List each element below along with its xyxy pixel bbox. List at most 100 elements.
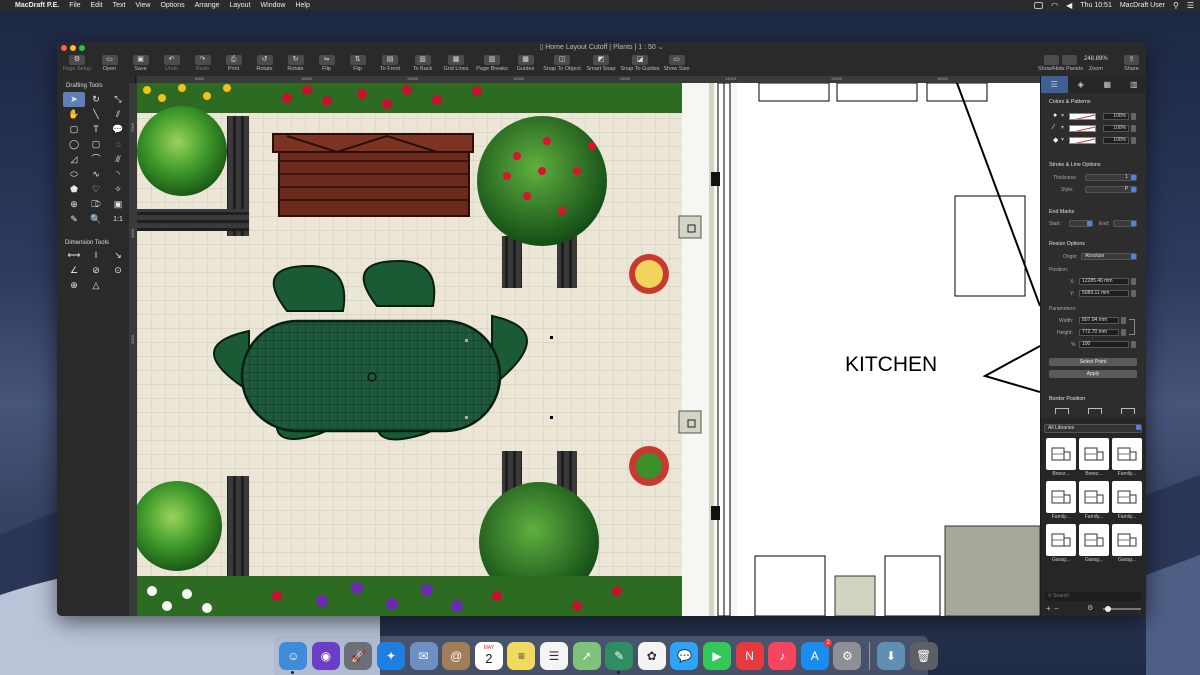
menu-arrange[interactable]: Arrange <box>190 0 225 11</box>
library-item[interactable]: Garag... <box>1079 524 1109 564</box>
y-stepper[interactable] <box>1131 290 1136 297</box>
color-swatch[interactable] <box>1069 137 1096 144</box>
line-tool[interactable]: ╲ <box>85 107 107 122</box>
library-item[interactable]: Breez... <box>1046 438 1076 478</box>
height-stepper[interactable] <box>1121 329 1126 336</box>
page-setup-button[interactable]: ⚙ Page Setup <box>60 53 94 75</box>
dock-system-preferences-icon[interactable]: ⚙ <box>833 641 862 670</box>
dock-news-icon[interactable]: N <box>735 641 764 670</box>
border-outside-option[interactable] <box>1121 408 1135 414</box>
rotate-button[interactable]: ↺ Rotate <box>249 53 280 75</box>
print-button[interactable]: ⎙ Print <box>218 53 249 75</box>
color-picker-button[interactable]: ▾ <box>1061 124 1064 131</box>
drawing-canvas[interactable]: KITCHEN <box>137 76 1040 616</box>
floor-plan-drawing[interactable]: KITCHEN <box>137 76 1040 616</box>
library-item[interactable]: Family... <box>1112 481 1142 521</box>
menu-view[interactable]: View <box>130 0 155 11</box>
library-selector[interactable]: All Libraries <box>1044 424 1142 433</box>
scale-tool[interactable]: 1:1 <box>107 212 129 227</box>
x-position-field[interactable]: 12285.46 mm <box>1079 278 1129 285</box>
width-field[interactable]: 807.04 mm <box>1079 317 1119 324</box>
menu-text[interactable]: Text <box>108 0 131 11</box>
tab-layers[interactable]: ◈ <box>1068 76 1095 93</box>
open-button[interactable]: ▭ Open <box>94 53 125 75</box>
dock-notes-icon[interactable]: ≡ <box>507 641 536 670</box>
text-tool[interactable]: T <box>85 122 107 137</box>
tab-resize[interactable]: ▦ <box>1094 76 1121 93</box>
start-mark-select[interactable] <box>1069 220 1093 227</box>
radius-dimension-tool[interactable]: ⊙ <box>107 263 129 278</box>
slope-dimension-tool[interactable]: ↘ <box>107 248 129 263</box>
image-tool[interactable]: ▣ <box>107 197 129 212</box>
circle-tool[interactable]: ◯ <box>63 137 85 152</box>
dock-siri-icon[interactable]: ◉ <box>311 641 340 670</box>
app-menu[interactable]: MacDraft P.E. <box>10 0 64 11</box>
apply-button[interactable]: Apply <box>1049 370 1137 378</box>
menu-layout[interactable]: Layout <box>225 0 256 11</box>
library-item[interactable]: Garag... <box>1112 524 1142 564</box>
to-back-button[interactable]: ▥ To Back <box>407 53 438 75</box>
slider-knob[interactable] <box>1105 606 1111 612</box>
color-swatch[interactable] <box>1069 113 1096 120</box>
thickness-select[interactable]: 1 <box>1085 174 1137 181</box>
opacity-field[interactable]: 100% <box>1103 113 1129 120</box>
opacity-stepper[interactable] <box>1131 113 1136 120</box>
rotate-tool[interactable]: ↻ <box>85 92 107 107</box>
dock-finder-icon[interactable]: ☺ <box>279 641 308 674</box>
page-breaks-button[interactable]: ▥ Page Breaks <box>474 53 510 75</box>
library-gear-icon[interactable]: ⚙ <box>1087 604 1093 612</box>
style-select[interactable]: P <box>1085 186 1137 193</box>
border-center-option[interactable] <box>1088 408 1102 414</box>
spline-tool[interactable]: ∿ <box>85 167 107 182</box>
angle-dimension-tool[interactable]: ∠ <box>63 263 85 278</box>
tab-library[interactable]: ▥ <box>1121 76 1147 93</box>
dock-calendar-icon[interactable]: MAY 2 <box>474 641 503 670</box>
height-field[interactable]: 772.70 mm <box>1079 329 1119 336</box>
redo-button[interactable]: ↷ Redo <box>187 53 218 75</box>
parallel-line-tool[interactable]: ⫽ <box>107 107 129 122</box>
zoom-control[interactable]: 248.89% Zoom <box>1084 53 1108 75</box>
room-label-kitchen[interactable]: KITCHEN <box>845 353 937 376</box>
diameter-dimension-tool[interactable]: ⊘ <box>85 263 107 278</box>
grid-lines-button[interactable]: ▦ Grid Lines <box>438 53 474 75</box>
vertical-dimension-tool[interactable]: I <box>85 248 107 263</box>
area-tool[interactable]: △ <box>85 278 107 293</box>
dock-trash-icon[interactable]: 🗑 <box>909 641 938 670</box>
zoom-value[interactable]: 248.89% <box>1084 56 1108 66</box>
fill-tool[interactable]: ⬟ <box>63 182 85 197</box>
dock-launchpad-icon[interactable]: 🚀 <box>344 641 373 670</box>
dock-app-store-icon[interactable]: A2 <box>800 638 832 670</box>
dock-downloads-icon[interactable]: ⬇ <box>876 641 905 670</box>
volume-icon[interactable]: ◀ <box>1066 1 1072 10</box>
save-button[interactable]: ▣ Save <box>125 53 156 75</box>
library-add-icon[interactable]: + <box>1046 604 1051 613</box>
menu-edit[interactable]: Edit <box>86 0 108 11</box>
center-mark-tool[interactable]: ⊕ <box>63 278 85 293</box>
link-proportions-icon[interactable] <box>1129 319 1135 335</box>
flip-button[interactable]: ⇅ Flip <box>342 53 373 75</box>
menu-help[interactable]: Help <box>290 0 314 11</box>
library-item[interactable]: Breez... <box>1079 438 1109 478</box>
callout-tool[interactable]: 💬 <box>107 122 129 137</box>
percent-field[interactable]: 100 <box>1079 341 1129 348</box>
star-tool[interactable]: ✧ <box>107 182 129 197</box>
library-item[interactable]: Garag... <box>1046 524 1076 564</box>
zoom-tool[interactable]: 🔍 <box>85 212 107 227</box>
opacity-field[interactable]: 100% <box>1103 137 1129 144</box>
reshape-tool[interactable]: ⤡ <box>107 92 129 107</box>
dock-messages-icon[interactable]: 💬 <box>670 641 699 670</box>
border-inside-option[interactable] <box>1055 408 1069 414</box>
to-front-button[interactable]: ▤ To Front <box>373 53 407 75</box>
origin-select[interactable]: Absolute <box>1081 253 1137 260</box>
hand-tool[interactable]: ✋ <box>63 107 85 122</box>
clock[interactable]: Thu 10:51 <box>1080 2 1112 9</box>
menu-options[interactable]: Options <box>155 0 189 11</box>
eyedropper-tool[interactable]: ✎ <box>63 212 85 227</box>
opacity-stepper[interactable] <box>1131 125 1136 132</box>
heart-tool[interactable]: ♡ <box>85 182 107 197</box>
menu-file[interactable]: File <box>64 0 85 11</box>
library-item[interactable]: Family... <box>1112 438 1142 478</box>
dock-reminders-icon[interactable]: ☰ <box>540 641 569 670</box>
curve-tool[interactable]: ⌒ <box>85 152 107 167</box>
guides-button[interactable]: ▦ Guides <box>510 53 541 75</box>
